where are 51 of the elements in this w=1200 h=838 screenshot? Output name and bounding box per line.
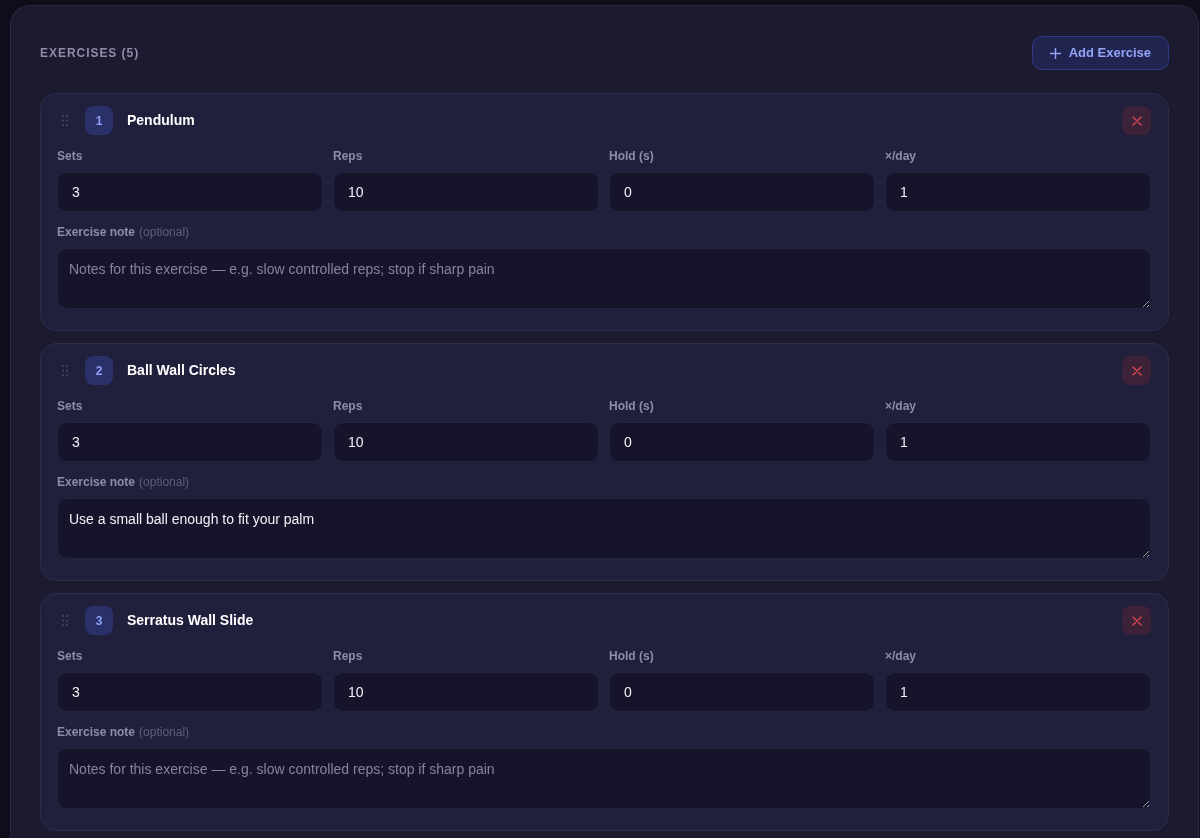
field-label: Hold (s): [609, 648, 654, 664]
note-label: Exercise note: [57, 474, 136, 490]
field-label: ×/day: [885, 148, 917, 164]
number-input[interactable]: 1: [885, 422, 1151, 462]
note-label: Exercise note: [57, 724, 136, 740]
close-icon: [1131, 615, 1142, 626]
exercise-name: Ball Wall Circles: [127, 361, 236, 380]
exercise-name: Pendulum: [127, 111, 195, 130]
number-input[interactable]: 3: [57, 172, 323, 212]
number-input[interactable]: 1: [885, 172, 1151, 212]
plus-icon: [1049, 47, 1061, 59]
note-field[interactable]: Use a small ball enough to fit your palm: [57, 498, 1151, 559]
field-label: Sets: [57, 398, 83, 414]
number-badge: 3: [85, 606, 113, 635]
field-label: Hold (s): [609, 148, 654, 164]
exercise-name: Serratus Wall Slide: [127, 611, 254, 630]
remove-button[interactable]: [1122, 606, 1151, 635]
number-input[interactable]: 1: [885, 672, 1151, 712]
field-label: Hold (s): [609, 398, 654, 414]
add-exercise-button[interactable]: Add Exercise: [1031, 36, 1169, 70]
number-input[interactable]: 3: [57, 672, 323, 712]
number-input[interactable]: 0: [609, 172, 875, 212]
close-icon: [1131, 365, 1142, 376]
drag-handle-icon[interactable]: [62, 615, 68, 626]
note-label: Exercise note: [57, 224, 136, 240]
optional-hint: (optional): [139, 474, 190, 490]
optional-hint: (optional): [139, 724, 190, 740]
number-input[interactable]: 3: [57, 422, 323, 462]
field-label: Sets: [57, 648, 83, 664]
number-input[interactable]: 0: [609, 422, 875, 462]
note-field[interactable]: Notes for this exercise — e.g. slow controlled reps; stop if sharp pain: [57, 248, 1151, 309]
number-badge: 2: [85, 356, 113, 385]
field-label: ×/day: [885, 398, 917, 414]
drag-handle-icon[interactable]: [62, 365, 68, 376]
number-badge: 1: [85, 106, 113, 135]
field-label: Sets: [57, 148, 83, 164]
section-title: EXERCISES (5): [40, 45, 140, 62]
field-label: Reps: [333, 648, 363, 664]
note-field[interactable]: Notes for this exercise — e.g. slow controlled reps; stop if sharp pain: [57, 748, 1151, 809]
number-input[interactable]: 10: [333, 672, 599, 712]
optional-hint: (optional): [139, 224, 190, 240]
field-label: Reps: [333, 148, 363, 164]
number-input[interactable]: 10: [333, 172, 599, 212]
close-icon: [1131, 115, 1142, 126]
drag-handle-icon[interactable]: [62, 115, 68, 126]
number-input[interactable]: 0: [609, 672, 875, 712]
field-label: Reps: [333, 398, 363, 414]
field-label: ×/day: [885, 648, 917, 664]
remove-button[interactable]: [1122, 106, 1151, 135]
remove-button[interactable]: [1122, 356, 1151, 385]
number-input[interactable]: 10: [333, 422, 599, 462]
